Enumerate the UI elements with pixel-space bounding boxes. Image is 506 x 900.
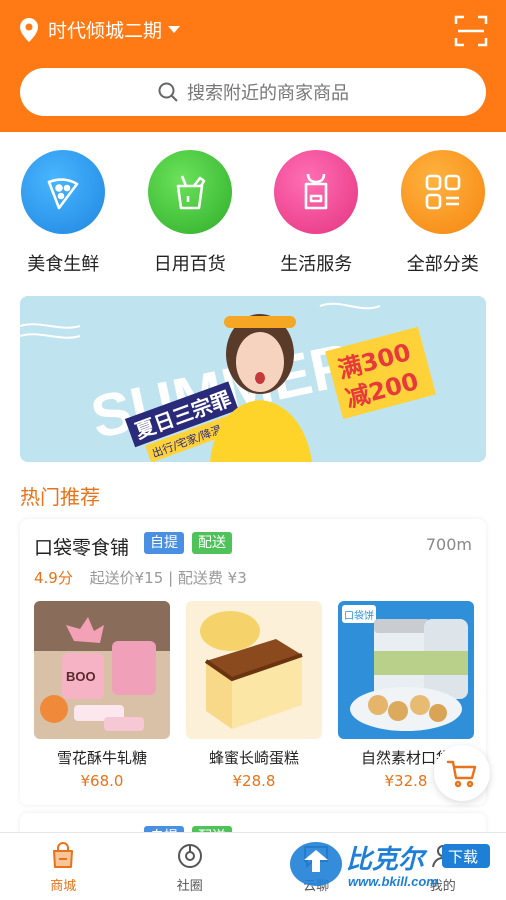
meta-separator: | bbox=[168, 569, 174, 587]
category-row: 美食生鲜 日用百货 生活服务 全部分类 bbox=[0, 132, 506, 292]
watermark-brand: 比克尔 bbox=[346, 845, 428, 875]
shop-distance: 700m bbox=[425, 535, 472, 554]
category-label: 美食生鲜 bbox=[27, 254, 100, 275]
summer-banner-art: SUMMER 夏日三宗罪 出行/宅家/降温 满300 减200 bbox=[20, 296, 486, 462]
location-selector[interactable]: 时代倾城二期 bbox=[18, 16, 181, 43]
banner-section: SUMMER 夏日三宗罪 出行/宅家/降温 满300 减200 bbox=[0, 292, 506, 467]
product-image: 口袋饼 bbox=[338, 601, 474, 739]
shop-bag-icon bbox=[53, 842, 74, 868]
nav-shop[interactable]: 商城 bbox=[0, 833, 127, 900]
nav-label: 社圈 bbox=[176, 879, 203, 894]
product-name: 蜂蜜长崎蛋糕 bbox=[208, 749, 299, 767]
min-order: 起送价¥15 bbox=[89, 569, 164, 587]
product-item[interactable]: BOO 雪花酥牛轧糖 ¥68.0 bbox=[34, 601, 170, 790]
circle-icon bbox=[177, 844, 202, 868]
apron-icon bbox=[274, 150, 359, 234]
category-label: 生活服务 bbox=[280, 254, 353, 275]
category-label: 日用百货 bbox=[153, 254, 226, 275]
pizza-icon bbox=[21, 150, 106, 234]
delivery-tag: 配送 bbox=[192, 532, 232, 554]
delivery-fee: 配送费 ¥3 bbox=[177, 569, 247, 587]
product-item[interactable]: 蜂蜜长崎蛋糕 ¥28.8 bbox=[186, 601, 322, 790]
product-pack-text: BOO bbox=[66, 669, 96, 684]
nav-circle[interactable]: 社圈 bbox=[127, 833, 254, 900]
product-name: 雪花酥牛轧糖 bbox=[56, 749, 147, 767]
location-pin-icon bbox=[20, 17, 38, 42]
search-icon bbox=[158, 82, 178, 102]
shop-name: 口袋零食铺 bbox=[34, 537, 130, 559]
nav-label: 商城 bbox=[50, 879, 77, 894]
category-label: 全部分类 bbox=[406, 254, 479, 275]
shop-card[interactable]: 口袋零食铺 自提 配送 700m 4.9分 起送价¥15 | 配送费 ¥3 BO… bbox=[20, 519, 486, 805]
watermark-download: 下载 bbox=[448, 848, 478, 866]
shop-score: 4.9分 bbox=[34, 569, 73, 587]
product-list: BOO 雪花酥牛轧糖 ¥68.0 蜂蜜长崎蛋糕 ¥28.8 口袋饼 自然素材口袋… bbox=[34, 601, 474, 790]
top-header: 时代倾城二期 搜索附近的商家商品 bbox=[0, 0, 506, 132]
search-placeholder: 搜索附近的商家商品 bbox=[187, 83, 349, 104]
cart-icon bbox=[446, 760, 477, 788]
search-input[interactable]: 搜索附近的商家商品 bbox=[20, 68, 486, 116]
cart-button[interactable] bbox=[434, 745, 490, 801]
watermark-url: www.bkill.com bbox=[348, 874, 438, 889]
pickup-tag: 自提 bbox=[144, 532, 184, 554]
site-watermark: 比克尔 下载 www.bkill.com bbox=[290, 842, 490, 889]
category-all[interactable]: 全部分类 bbox=[380, 132, 506, 292]
caret-down-icon bbox=[168, 26, 181, 33]
category-food[interactable]: 美食生鲜 bbox=[0, 132, 127, 292]
category-daily[interactable]: 日用百货 bbox=[127, 132, 254, 292]
product-badge-text: 口袋饼 bbox=[344, 609, 374, 622]
scan-icon[interactable] bbox=[454, 14, 488, 48]
product-price: ¥28.8 bbox=[232, 772, 276, 790]
product-price: ¥68.0 bbox=[80, 772, 124, 790]
cup-icon bbox=[147, 150, 232, 234]
section-title: 热门推荐 bbox=[20, 485, 100, 509]
shop-meta: 4.9分 起送价¥15 | 配送费 ¥3 bbox=[34, 567, 247, 588]
category-service[interactable]: 生活服务 bbox=[253, 132, 380, 292]
product-image: BOO bbox=[34, 601, 170, 739]
location-name: 时代倾城二期 bbox=[48, 20, 163, 42]
product-image bbox=[186, 601, 322, 739]
promo-banner[interactable]: SUMMER 夏日三宗罪 出行/宅家/降温 满300 减200 bbox=[20, 296, 486, 462]
grid-icon bbox=[400, 150, 485, 234]
